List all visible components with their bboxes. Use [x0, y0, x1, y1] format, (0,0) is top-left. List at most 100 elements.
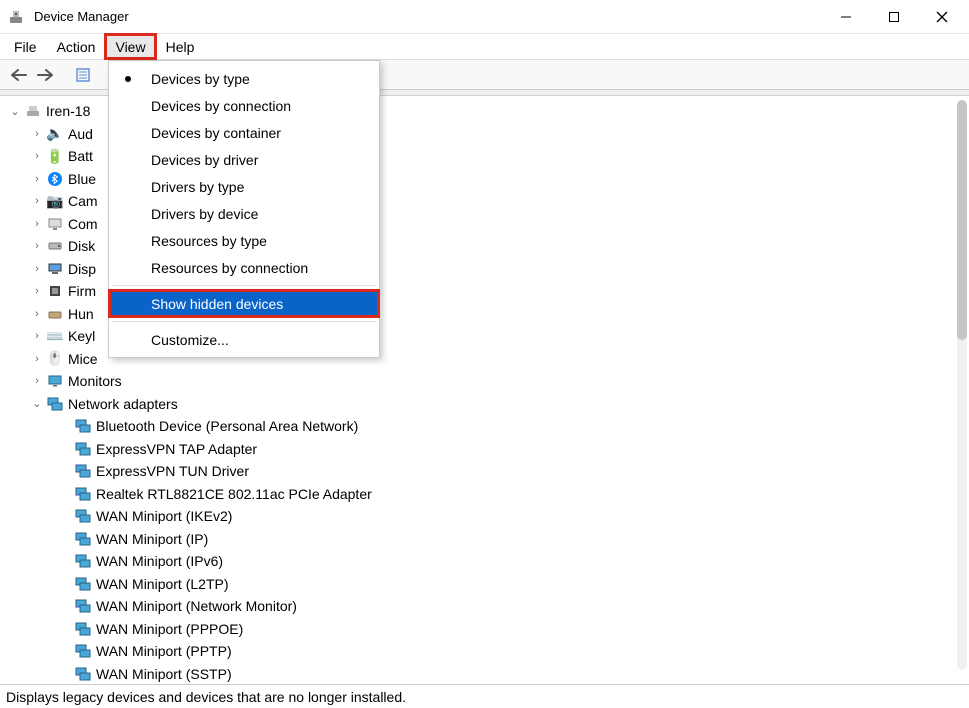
expand-icon[interactable]: › [30, 375, 44, 387]
network-adapter-icon [74, 642, 92, 660]
expand-icon[interactable]: › [30, 195, 44, 207]
tree-network-item[interactable]: ›WAN Miniport (SSTP) [8, 663, 969, 685]
expand-icon[interactable]: › [30, 353, 44, 365]
tree-label: WAN Miniport (L2TP) [96, 576, 229, 592]
tree-network-item[interactable]: ›WAN Miniport (IP) [8, 528, 969, 551]
tree-label: WAN Miniport (PPPOE) [96, 621, 243, 637]
menu-resources-by-type[interactable]: Resources by type [109, 227, 379, 254]
expand-icon[interactable]: › [30, 128, 44, 140]
menu-devices-by-type[interactable]: Devices by type [109, 65, 379, 92]
scrollbar-thumb[interactable] [957, 100, 967, 340]
menu-devices-by-connection[interactable]: Devices by connection [109, 92, 379, 119]
tree-network-item[interactable]: ›Bluetooth Device (Personal Area Network… [8, 415, 969, 438]
properties-icon[interactable] [72, 64, 94, 86]
menu-action[interactable]: Action [47, 34, 106, 59]
menu-show-hidden-devices[interactable]: Show hidden devices [109, 290, 379, 317]
collapse-icon[interactable]: ⌄ [30, 397, 44, 410]
menu-item-label: Resources by connection [151, 260, 308, 276]
menu-drivers-by-device[interactable]: Drivers by device [109, 200, 379, 227]
expand-icon[interactable]: › [30, 240, 44, 252]
display-icon [46, 260, 64, 278]
tree-label: ExpressVPN TUN Driver [96, 463, 249, 479]
expand-icon[interactable]: › [30, 285, 44, 297]
expand-icon[interactable]: › [30, 173, 44, 185]
tree-label: Keyl [68, 328, 95, 344]
pc-icon [46, 215, 64, 233]
menu-view[interactable]: View [105, 34, 155, 59]
network-adapter-icon [74, 665, 92, 683]
menu-file[interactable]: File [4, 34, 47, 59]
tree-category-network[interactable]: ⌄ Network adapters [8, 393, 969, 416]
tree-label: WAN Miniport (IP) [96, 531, 208, 547]
expand-icon[interactable]: › [30, 308, 44, 320]
expand-icon[interactable]: › [30, 263, 44, 275]
menu-item-label: Devices by container [151, 125, 281, 141]
window-title: Device Manager [34, 9, 823, 24]
menu-separator [111, 285, 377, 286]
title-bar: Device Manager [0, 0, 969, 34]
collapse-icon[interactable]: ⌄ [8, 105, 22, 118]
bullet-icon [125, 76, 131, 82]
tree-label: ExpressVPN TAP Adapter [96, 441, 257, 457]
status-text: Displays legacy devices and devices that… [6, 689, 406, 705]
tree-label: Cam [68, 193, 98, 209]
maximize-button[interactable] [871, 2, 917, 32]
menu-drivers-by-type[interactable]: Drivers by type [109, 173, 379, 200]
menu-customize[interactable]: Customize... [109, 326, 379, 353]
camera-icon: 📷 [46, 192, 64, 210]
tree-network-item[interactable]: ›WAN Miniport (PPPOE) [8, 618, 969, 641]
app-icon [8, 9, 24, 25]
hid-icon [46, 305, 64, 323]
tree-network-item[interactable]: ›WAN Miniport (IPv6) [8, 550, 969, 573]
network-adapter-icon [74, 440, 92, 458]
tree-label: Batt [68, 148, 93, 164]
tree-label: Monitors [68, 373, 122, 389]
tree-label: WAN Miniport (IKEv2) [96, 508, 232, 524]
menu-separator [111, 321, 377, 322]
firmware-icon [46, 282, 64, 300]
forward-icon[interactable] [34, 64, 56, 86]
view-dropdown: Devices by type Devices by connection De… [108, 60, 380, 358]
menu-help[interactable]: Help [156, 34, 205, 59]
tree-network-item[interactable]: ›WAN Miniport (L2TP) [8, 573, 969, 596]
window-controls [823, 2, 965, 32]
network-adapter-icon [74, 575, 92, 593]
status-bar: Displays legacy devices and devices that… [0, 684, 969, 708]
tree-label: Aud [68, 126, 93, 142]
close-button[interactable] [919, 2, 965, 32]
expand-icon[interactable]: › [30, 150, 44, 162]
vertical-scrollbar[interactable] [957, 100, 967, 670]
bluetooth-icon [46, 170, 64, 188]
tree-network-item[interactable]: ›ExpressVPN TAP Adapter [8, 438, 969, 461]
tree-network-item[interactable]: ›ExpressVPN TUN Driver [8, 460, 969, 483]
computer-icon [24, 102, 42, 120]
tree-label: Disk [68, 238, 95, 254]
disk-icon [46, 237, 64, 255]
menu-resources-by-connection[interactable]: Resources by connection [109, 254, 379, 281]
network-adapter-icon [74, 597, 92, 615]
keyboard-icon: ⌨️ [46, 327, 64, 345]
menu-devices-by-driver[interactable]: Devices by driver [109, 146, 379, 173]
menu-item-label: Drivers by device [151, 206, 258, 222]
tree-label: Mice [68, 351, 98, 367]
tree-label: Bluetooth Device (Personal Area Network) [96, 418, 358, 434]
tree-label: WAN Miniport (IPv6) [96, 553, 223, 569]
tree-category-monitors[interactable]: › Monitors [8, 370, 969, 393]
tree-network-item[interactable]: ›WAN Miniport (IKEv2) [8, 505, 969, 528]
back-icon[interactable] [8, 64, 30, 86]
expand-icon[interactable]: › [30, 218, 44, 230]
battery-icon: 🔋 [46, 147, 64, 165]
menu-item-label: Drivers by type [151, 179, 244, 195]
menu-devices-by-container[interactable]: Devices by container [109, 119, 379, 146]
network-adapter-icon [74, 462, 92, 480]
menu-item-label: Show hidden devices [151, 296, 283, 312]
tree-label: Disp [68, 261, 96, 277]
expand-icon[interactable]: › [30, 330, 44, 342]
network-adapter-icon [74, 620, 92, 638]
tree-network-item[interactable]: ›WAN Miniport (Network Monitor) [8, 595, 969, 618]
tree-network-item[interactable]: ›WAN Miniport (PPTP) [8, 640, 969, 663]
tree-label: Com [68, 216, 98, 232]
minimize-button[interactable] [823, 2, 869, 32]
tree-network-item[interactable]: ›Realtek RTL8821CE 802.11ac PCIe Adapter [8, 483, 969, 506]
menu-item-label: Resources by type [151, 233, 267, 249]
